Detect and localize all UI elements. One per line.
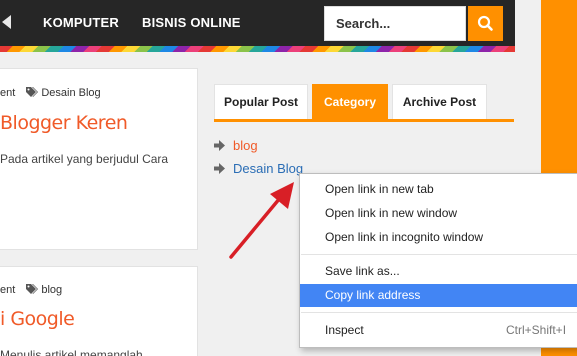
nav-item-komputer[interactable]: KOMPUTER — [43, 15, 119, 30]
widget-tabs: Popular Post Category Archive Post — [214, 84, 514, 122]
post-card: ent Desain Blog Blogger Keren Pada artik… — [0, 68, 198, 250]
category-link-blog[interactable]: blog — [233, 138, 258, 153]
search-icon — [477, 15, 493, 31]
menu-open-incognito[interactable]: Open link in incognito window — [300, 226, 577, 249]
arrow-right-icon — [214, 163, 225, 174]
tab-archive-post[interactable]: Archive Post — [392, 84, 487, 119]
post-category-link[interactable]: blog — [41, 284, 62, 296]
post-meta: ent blog — [0, 284, 62, 296]
search-box — [324, 6, 466, 41]
search-input[interactable] — [325, 7, 465, 40]
post-card: ent blog i Google Menulis artikel memang… — [0, 266, 198, 356]
category-link-desain-blog[interactable]: Desain Blog — [233, 161, 303, 176]
menu-open-new-tab[interactable]: Open link in new tab — [300, 178, 577, 201]
menu-copy-link-address[interactable]: Copy link address — [300, 284, 577, 307]
rainbow-stripe-divider — [0, 46, 515, 52]
category-item: Desain Blog — [214, 161, 303, 176]
search-button[interactable] — [468, 6, 503, 41]
post-meta: ent Desain Blog — [0, 87, 101, 99]
tag-icon — [26, 87, 39, 97]
menu-separator — [301, 254, 577, 255]
post-title-link[interactable]: Blogger Keren — [0, 112, 128, 134]
post-comment-label: ent — [0, 284, 16, 296]
arrow-right-icon — [214, 140, 225, 151]
tab-category[interactable]: Category — [312, 84, 388, 119]
menu-inspect[interactable]: Inspect Ctrl+Shift+I — [300, 319, 577, 342]
menu-inspect-shortcut: Ctrl+Shift+I — [506, 323, 567, 337]
top-navigation-bar: KOMPUTER BISNIS ONLINE — [0, 0, 515, 46]
category-item: blog — [214, 138, 258, 153]
red-pointer-arrow-icon — [229, 182, 294, 259]
menu-save-link-as[interactable]: Save link as... — [300, 260, 577, 283]
context-menu: Open link in new tab Open link in new wi… — [299, 173, 577, 348]
post-category-link[interactable]: Desain Blog — [41, 87, 100, 99]
menu-separator — [301, 312, 577, 313]
post-title-link[interactable]: i Google — [0, 308, 75, 330]
menu-open-new-window[interactable]: Open link in new window — [300, 202, 577, 225]
tab-popular-post[interactable]: Popular Post — [214, 84, 308, 119]
post-excerpt: Menulis artikel memanglah — [0, 348, 143, 356]
post-comment-label: ent — [0, 87, 16, 99]
nav-item-bisnis-online[interactable]: BISNIS ONLINE — [142, 15, 241, 30]
post-excerpt: Pada artikel yang berjudul Cara — [0, 152, 169, 166]
nav-prev-arrow-icon[interactable] — [2, 15, 11, 29]
menu-inspect-label: Inspect — [325, 323, 364, 337]
tag-icon — [26, 284, 39, 294]
